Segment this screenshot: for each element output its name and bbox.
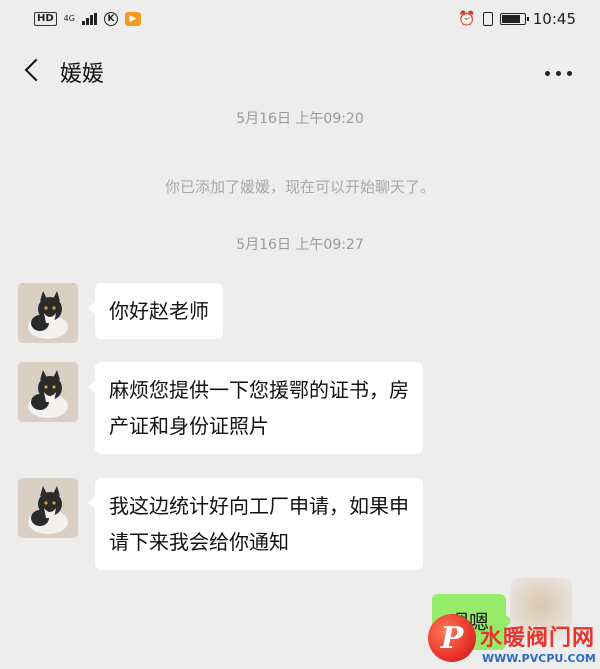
- more-options-icon[interactable]: [545, 71, 572, 76]
- message-line: 产证和身份证照片: [109, 414, 269, 438]
- cat-avatar-image: [18, 362, 78, 422]
- k-app-icon: K: [103, 12, 118, 26]
- watermark-url: WWW.PVCPU.COM: [482, 652, 596, 665]
- vibrate-icon: [482, 12, 493, 26]
- alarm-icon: ⏰: [458, 11, 476, 27]
- hd-icon: HD: [34, 12, 57, 26]
- site-watermark: P 水暖阀门网 WWW.PVCPU.COM: [424, 612, 600, 669]
- received-message-bubble[interactable]: 我这边统计好向工厂申请，如果申 请下来我会给你通知: [88, 478, 423, 570]
- message-line: 请下来我会给你通知: [109, 530, 289, 554]
- message-line: 麻烦您提供一下您援鄂的证书，房: [109, 378, 409, 402]
- signal-icon: [81, 13, 97, 25]
- watermark-name: 水暖阀门网: [480, 626, 596, 651]
- back-arrow-icon[interactable]: [24, 58, 48, 82]
- chat-title: 媛媛: [60, 62, 105, 87]
- received-message-bubble[interactable]: 你好赵老师: [88, 283, 223, 339]
- battery-icon: [499, 13, 529, 25]
- message-line: 你好赵老师: [109, 299, 209, 323]
- received-message-bubble[interactable]: 麻烦您提供一下您援鄂的证书，房 产证和身份证照片: [88, 362, 423, 454]
- cat-avatar-image: [18, 283, 78, 343]
- status-left: HD 4G K ▶: [34, 12, 141, 26]
- status-bar: HD 4G K ▶ ⏰ 10:45: [0, 0, 600, 38]
- network-type-label: 4G: [63, 14, 75, 23]
- contact-avatar[interactable]: [18, 283, 78, 343]
- status-time: 10:45: [532, 10, 576, 28]
- message-timestamp: 5月16日 上午09:20: [236, 111, 364, 127]
- video-app-icon: ▶: [124, 12, 141, 26]
- message-line: 我这边统计好向工厂申请，如果申: [109, 494, 409, 518]
- system-message: 你已添加了媛媛，现在可以开始聊天了。: [164, 178, 435, 196]
- message-timestamp: 5月16日 上午09:27: [236, 237, 364, 253]
- watermark-logo-icon: P: [428, 614, 476, 662]
- chat-header: 媛媛: [0, 38, 600, 108]
- status-right: ⏰ 10:45: [458, 10, 576, 28]
- cat-avatar-image: [18, 478, 78, 538]
- contact-avatar[interactable]: [18, 478, 78, 538]
- contact-avatar[interactable]: [18, 362, 78, 422]
